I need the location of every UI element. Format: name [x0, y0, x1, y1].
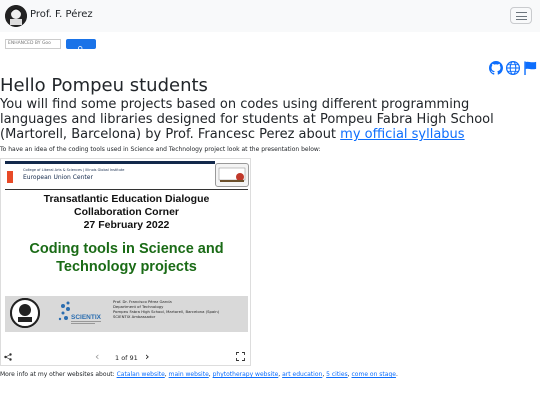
slide-footer: SCIENTIX Prof. Dr. Francisco Pérez Garcí…	[5, 296, 248, 332]
github-icon[interactable]	[489, 61, 503, 75]
menu-toggle-button[interactable]	[510, 7, 532, 24]
presenter-info: Prof. Dr. Francisco Pérez García Departm…	[113, 299, 220, 319]
viewer-controls: ‹ 1 of 91 ›	[1, 349, 250, 365]
page-title: Hello Pompeu students	[0, 75, 208, 96]
fullscreen-icon[interactable]	[236, 352, 245, 361]
apple-logo	[215, 163, 249, 187]
search-input[interactable]: ENHANCED BY Goo	[5, 39, 61, 49]
share-icon[interactable]	[4, 353, 12, 361]
profile-avatar[interactable]	[5, 5, 27, 27]
more-info-text: More info at my other websites about: Ca…	[0, 371, 398, 378]
art-education-link[interactable]: art education	[282, 371, 322, 378]
phytotherapy-website-link[interactable]: phytotherapy website	[213, 371, 279, 378]
navbar-brand[interactable]: Prof. F. Pérez	[30, 9, 93, 20]
come-on-stage-link[interactable]: come on stage	[352, 371, 396, 378]
top-navbar: Prof. F. Pérez	[0, 0, 540, 32]
uiuc-header-bar	[5, 161, 215, 164]
main-website-link[interactable]: main website	[169, 371, 209, 378]
slide-header: College of Liberal Arts & Sciences | Ill…	[1, 159, 250, 189]
intro-paragraph: You will find some projects based on cod…	[0, 97, 540, 142]
flag-icon[interactable]	[523, 61, 537, 75]
eu-center-label: European Union Center	[23, 174, 93, 181]
slide-title-line2: Collaboration Corner	[73, 206, 179, 218]
presentation-viewer[interactable]: College of Liberal Arts & Sciences | Ill…	[0, 158, 251, 366]
college-label: College of Liberal Arts & Sciences | Ill…	[23, 168, 125, 172]
globe-icon[interactable]	[506, 61, 520, 75]
svg-text:SCIENTIX: SCIENTIX	[71, 314, 102, 321]
five-cities-link[interactable]: 5 cities	[326, 371, 348, 378]
next-slide-button[interactable]: ›	[145, 350, 149, 363]
page-indicator: 1 of 91	[115, 354, 138, 362]
previous-slide-button[interactable]: ‹	[95, 350, 99, 363]
slide-divider	[5, 189, 248, 190]
search-icon	[77, 46, 84, 52]
school-logo	[10, 298, 40, 328]
syllabus-link[interactable]: my official syllabus	[340, 127, 464, 142]
slide-title-line1: Transatlantic Education Dialogue	[43, 193, 210, 205]
illinois-logo	[7, 171, 13, 183]
presentation-note: To have an idea of the coding tools used…	[0, 146, 321, 153]
search-button[interactable]	[66, 39, 96, 52]
catalan-website-link[interactable]: Catalan website	[117, 371, 165, 378]
scientix-logo: SCIENTIX	[57, 300, 105, 328]
slide-title-line3: 27 February 2022	[83, 219, 170, 231]
slide-main-title-line1: Coding tools in Science and	[29, 241, 224, 257]
slide-main-title-line2: Technology projects	[56, 259, 197, 275]
